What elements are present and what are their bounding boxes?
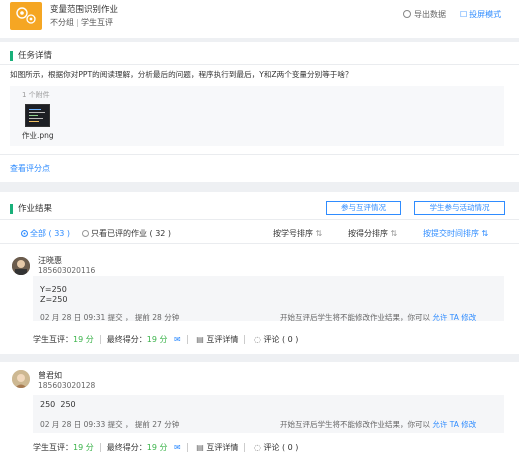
submission-divider — [0, 354, 519, 362]
peer-score: 19 分 — [73, 443, 94, 452]
document-icon: ▤ — [196, 443, 204, 452]
answer-line: Y=250 — [40, 285, 67, 294]
filter-all-option[interactable]: 全部 ( 33 ) — [21, 228, 70, 239]
avatar — [12, 370, 30, 388]
sort-arrows-icon: ⇅ — [390, 229, 398, 238]
modify-notice: 开始互评后学生将不能修改作业结果，你可以 允许 TA 修改 — [280, 313, 477, 322]
score-row: 学生互评：19 分最终得分：19 分 ✉ ▤ 互评详情 ◌ 评论 ( 0 ) — [33, 335, 299, 344]
clock-icon — [403, 10, 411, 18]
peer-review-status-button[interactable]: 参与互评情况 — [326, 201, 401, 215]
peer-detail-button[interactable]: ▤ 互评详情 — [196, 443, 238, 452]
peer-score: 19 分 — [73, 335, 94, 344]
answer-box: Y=250 Z=250 02 月 28 日 09:31 提交 ， 提前 28 分… — [33, 276, 504, 322]
sort-arrows-icon: ⇅ — [481, 229, 489, 238]
eval-type-label: 学生互评 — [81, 18, 113, 27]
submission-item: 曾君如 185603020128 250 250 02 月 28 日 09:33… — [0, 362, 519, 464]
avatar — [12, 257, 30, 275]
student-name: 曾君如 — [38, 371, 62, 380]
submit-info: 02 月 28 日 09:33 提交 ， 提前 27 分钟 — [40, 420, 180, 429]
filter-reviewed-option[interactable]: 只看已评的作业 ( 32 ) — [82, 228, 171, 239]
envelope-icon[interactable]: ✉ — [174, 443, 181, 452]
avatar-photo-icon — [12, 370, 30, 388]
task-question: 如图所示，根据你对PPT的阅读理解，分析最后的问题，程序执行到最后，Y和Z两个变… — [10, 70, 353, 79]
answer-line: 250 250 — [40, 400, 76, 409]
radio-unchecked-icon — [82, 230, 89, 237]
export-data-button[interactable]: 导出数据 — [403, 9, 446, 20]
activity-title: 变量范围识别作业 — [50, 5, 119, 15]
comment-button[interactable]: ◌ 评论 ( 0 ) — [254, 335, 299, 344]
activity-logo — [10, 2, 42, 30]
header-card: 变量范围识别作业 不分组 学生互评 导出数据 ☐ 投屏模式 — [0, 0, 519, 38]
allow-modify-link[interactable]: 允许 TA 修改 — [432, 313, 476, 322]
view-eval-points-link[interactable]: 查看评分点 — [10, 163, 50, 174]
projector-mode-button[interactable]: ☐ 投屏模式 — [460, 9, 501, 20]
attachment-thumbnail[interactable] — [25, 104, 50, 127]
answer-line: Z=250 — [40, 295, 68, 304]
envelope-icon[interactable]: ✉ — [174, 335, 181, 344]
student-id: 185603020128 — [38, 381, 96, 390]
comment-button[interactable]: ◌ 评论 ( 0 ) — [254, 443, 299, 452]
gear-people-icon — [16, 7, 36, 24]
task-details-card: 任务详情 如图所示，根据你对PPT的阅读理解，分析最后的问题，程序执行到最后，Y… — [0, 42, 519, 182]
sort-by-score[interactable]: 按得分排序 ⇅ — [348, 228, 397, 239]
results-card: 作业结果 参与互评情况 学生参与活动情况 全部 ( 33 ) 只看已评的作业 (… — [0, 192, 519, 464]
group-label: 不分组 — [50, 18, 74, 27]
modify-notice: 开始互评后学生将不能修改作业结果，你可以 允许 TA 修改 — [280, 420, 477, 429]
peer-detail-button[interactable]: ▤ 互评详情 — [196, 335, 238, 344]
document-icon: ▤ — [196, 335, 204, 344]
student-activity-button[interactable]: 学生参与活动情况 — [414, 201, 505, 215]
code-image-icon — [29, 109, 45, 122]
avatar-photo-icon — [12, 257, 30, 275]
answer-box: 250 250 02 月 28 日 09:33 提交 ， 提前 27 分钟 开始… — [33, 395, 504, 433]
allow-modify-link[interactable]: 允许 TA 修改 — [432, 420, 476, 429]
task-section-title: 任务详情 — [10, 49, 52, 61]
comment-icon: ◌ — [253, 335, 261, 344]
sort-by-student-id[interactable]: 按学号排序 ⇅ — [273, 228, 322, 239]
projector-icon: ☐ — [460, 10, 468, 19]
student-id: 185603020116 — [38, 266, 96, 275]
attachment-name[interactable]: 作业.png — [22, 130, 54, 141]
final-score: 19 分 — [146, 335, 168, 344]
attachment-count: 1 个附件 — [22, 91, 50, 99]
attachment-box: 1 个附件 作业.png — [10, 86, 504, 146]
submit-info: 02 月 28 日 09:31 提交 ， 提前 28 分钟 — [40, 313, 180, 322]
final-score: 19 分 — [146, 443, 168, 452]
comment-icon: ◌ — [253, 443, 261, 452]
radio-checked-icon — [21, 230, 28, 237]
sort-arrows-icon: ⇅ — [315, 229, 323, 238]
student-name: 汪晓惠 — [38, 256, 62, 265]
results-section-title: 作业结果 — [10, 202, 52, 214]
activity-meta: 不分组 学生互评 — [50, 17, 113, 28]
score-row: 学生互评：19 分最终得分：19 分 ✉ ▤ 互评详情 ◌ 评论 ( 0 ) — [33, 443, 299, 452]
submission-item: 汪晓惠 185603020116 Y=250 Z=250 02 月 28 日 0… — [0, 244, 519, 356]
sort-by-submit-time[interactable]: 按提交时间排序 ⇅ — [423, 228, 488, 239]
